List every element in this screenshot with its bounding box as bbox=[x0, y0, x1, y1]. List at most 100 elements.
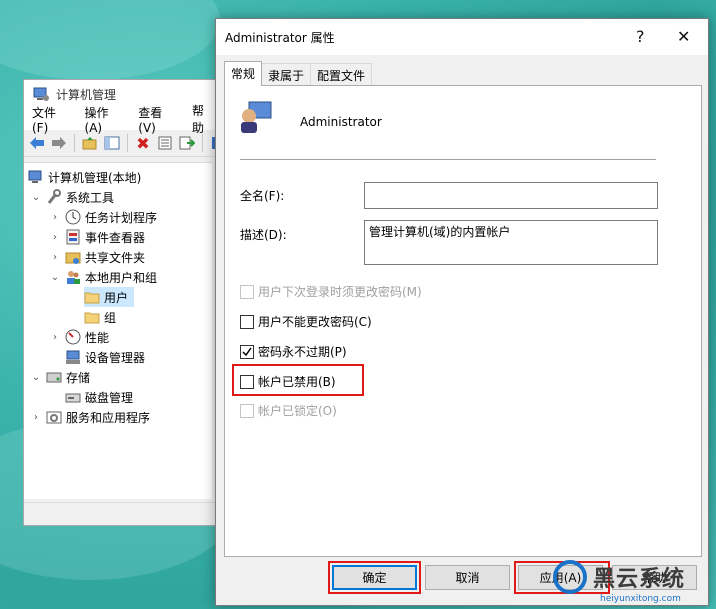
chevron-right-icon[interactable]: › bbox=[49, 252, 61, 263]
disk-icon bbox=[65, 389, 81, 405]
tree-item-groups[interactable]: 组 bbox=[84, 307, 116, 327]
tree-label: 存储 bbox=[66, 370, 91, 385]
tools-icon bbox=[46, 189, 62, 205]
tree-item-storage[interactable]: ⌄ 存储 bbox=[30, 367, 90, 387]
user-avatar-icon bbox=[239, 100, 273, 137]
checkbox-row-never-expires: 密码永不过期(P) bbox=[240, 343, 347, 360]
horizontal-scrollbar[interactable] bbox=[24, 502, 229, 525]
menu-view[interactable]: 查看(V) bbox=[138, 104, 178, 135]
clock-icon bbox=[65, 209, 81, 225]
general-panel: Administrator 全名(F): 描述(D): 管理计算机(域)的内置帐… bbox=[224, 85, 702, 557]
watermark-logo: 黑云系统 bbox=[553, 560, 685, 594]
tree-item-system-tools[interactable]: ⌄ 系统工具 bbox=[30, 187, 114, 207]
storage-icon bbox=[46, 369, 62, 385]
menu-help[interactable]: 帮助 bbox=[192, 102, 215, 136]
services-icon bbox=[46, 409, 62, 425]
tree-label: 组 bbox=[104, 310, 117, 325]
user-name: Administrator bbox=[300, 115, 382, 129]
dialog-title: Administrator 属性 bbox=[225, 30, 335, 45]
tree-label: 本地用户和组 bbox=[85, 270, 158, 285]
users-group-icon bbox=[65, 269, 81, 285]
full-name-label: 全名(F): bbox=[240, 189, 285, 203]
tree-item-local-users-groups[interactable]: ⌄ 本地用户和组 bbox=[49, 267, 157, 287]
tree-item-device-manager[interactable]: 设备管理器 bbox=[65, 347, 145, 367]
delete-icon[interactable]: ✖ bbox=[134, 134, 152, 153]
never-expires-label[interactable]: 密码永不过期(P) bbox=[258, 343, 347, 360]
close-icon[interactable]: ✕ bbox=[677, 27, 690, 46]
chevron-right-icon[interactable]: › bbox=[49, 332, 61, 343]
description-label: 描述(D): bbox=[240, 228, 287, 242]
tab-profile[interactable]: 配置文件 bbox=[310, 63, 373, 86]
cannot-change-checkbox[interactable] bbox=[240, 314, 254, 329]
full-name-field[interactable] bbox=[364, 182, 658, 209]
cannot-change-label[interactable]: 用户不能更改密码(C) bbox=[258, 313, 372, 330]
forward-arrow-icon[interactable] bbox=[50, 134, 68, 152]
tree-label: 磁盘管理 bbox=[85, 390, 134, 405]
tab-member-of[interactable]: 隶属于 bbox=[261, 63, 312, 86]
tree-item-shared-folders[interactable]: › 共享文件夹 bbox=[49, 247, 145, 267]
tree-item-performance[interactable]: › 性能 bbox=[49, 327, 109, 347]
menu-file[interactable]: 文件(F) bbox=[32, 104, 71, 135]
tree-label: 服务和应用程序 bbox=[66, 410, 151, 425]
watermark-url: heiyunxitong.com bbox=[600, 594, 681, 604]
folder-icon bbox=[84, 289, 100, 305]
tree-item-disk-management[interactable]: 磁盘管理 bbox=[65, 387, 133, 407]
account-locked-label: 帐户已锁定(O) bbox=[258, 404, 337, 418]
tree-item-event-viewer[interactable]: › 事件查看器 bbox=[49, 227, 145, 247]
checkbox-row-must-change: 用户下次登录时须更改密码(M) bbox=[240, 283, 422, 300]
back-arrow-icon[interactable] bbox=[28, 134, 46, 152]
chevron-right-icon[interactable]: › bbox=[49, 212, 61, 223]
navigation-tree: 计算机管理(本地) ⌄ 系统工具 › 任务计划程序 › 事件查看器 › 共享文件… bbox=[24, 162, 212, 499]
chevron-down-icon[interactable]: ⌄ bbox=[30, 192, 42, 203]
tree-label: 事件查看器 bbox=[85, 230, 146, 245]
menu-action[interactable]: 操作(A) bbox=[85, 104, 125, 135]
chevron-right-icon[interactable]: › bbox=[30, 412, 42, 423]
tab-strip: 常规 隶属于 配置文件 bbox=[224, 61, 373, 86]
never-expires-checkbox[interactable] bbox=[240, 344, 254, 359]
device-manager-icon bbox=[65, 349, 81, 365]
highlight-box-ok bbox=[328, 561, 421, 594]
chevron-right-icon[interactable]: › bbox=[49, 232, 61, 243]
must-change-checkbox[interactable] bbox=[240, 284, 254, 299]
cancel-button[interactable]: 取消 bbox=[425, 565, 510, 590]
folder-up-icon[interactable] bbox=[81, 134, 99, 152]
menu-bar: 文件(F) 操作(A) 查看(V) 帮助 bbox=[24, 104, 229, 135]
tree-item-services-apps[interactable]: › 服务和应用程序 bbox=[30, 407, 150, 427]
tree-label: 共享文件夹 bbox=[85, 250, 146, 265]
tree-label: 任务计划程序 bbox=[85, 210, 158, 225]
checkbox-row-cannot-change: 用户不能更改密码(C) bbox=[240, 313, 372, 330]
computer-management-window[interactable]: 计算机管理 文件(F) 操作(A) 查看(V) 帮助 ✖ 计算机管理(本地) ⌄… bbox=[23, 79, 230, 526]
tree-item-root[interactable]: 计算机管理(本地) bbox=[28, 167, 141, 187]
separator bbox=[240, 159, 656, 160]
properties-dialog[interactable]: Administrator 属性 ? ✕ 常规 隶属于 配置文件 Adminis… bbox=[215, 18, 709, 606]
folder-icon bbox=[84, 309, 100, 325]
properties-icon[interactable] bbox=[156, 134, 174, 152]
help-button[interactable]: ? bbox=[636, 27, 645, 46]
tree-label: 系统工具 bbox=[66, 190, 115, 205]
tree-label: 性能 bbox=[85, 330, 110, 345]
tree-label: 用户 bbox=[104, 290, 129, 305]
watermark-brand: 黑云系统 bbox=[593, 567, 686, 592]
highlight-box-disabled bbox=[232, 364, 364, 396]
description-field[interactable]: 管理计算机(域)的内置帐户 bbox=[364, 220, 658, 265]
export-icon[interactable] bbox=[178, 134, 196, 152]
tree-label: 设备管理器 bbox=[85, 350, 146, 365]
tree-label: 计算机管理(本地) bbox=[48, 170, 142, 185]
window-title: 计算机管理 bbox=[56, 87, 117, 102]
brand-logo-icon bbox=[553, 560, 587, 594]
tab-general[interactable]: 常规 bbox=[224, 61, 263, 86]
computer-management-icon bbox=[32, 85, 50, 103]
must-change-label: 用户下次登录时须更改密码(M) bbox=[258, 285, 422, 299]
chevron-down-icon[interactable]: ⌄ bbox=[49, 272, 61, 283]
chevron-down-icon[interactable]: ⌄ bbox=[30, 372, 42, 383]
tree-item-task-scheduler[interactable]: › 任务计划程序 bbox=[49, 207, 157, 227]
shared-folder-icon bbox=[65, 249, 81, 265]
tree-item-users[interactable]: 用户 bbox=[84, 287, 135, 307]
dialog-titlebar[interactable]: Administrator 属性 ? ✕ bbox=[216, 19, 708, 55]
computer-icon bbox=[28, 169, 44, 185]
account-locked-checkbox[interactable] bbox=[240, 403, 254, 418]
show-hide-tree-icon[interactable] bbox=[103, 134, 121, 152]
checkbox-row-locked: 帐户已锁定(O) bbox=[240, 402, 337, 419]
event-log-icon bbox=[65, 229, 81, 245]
performance-icon bbox=[65, 329, 81, 345]
